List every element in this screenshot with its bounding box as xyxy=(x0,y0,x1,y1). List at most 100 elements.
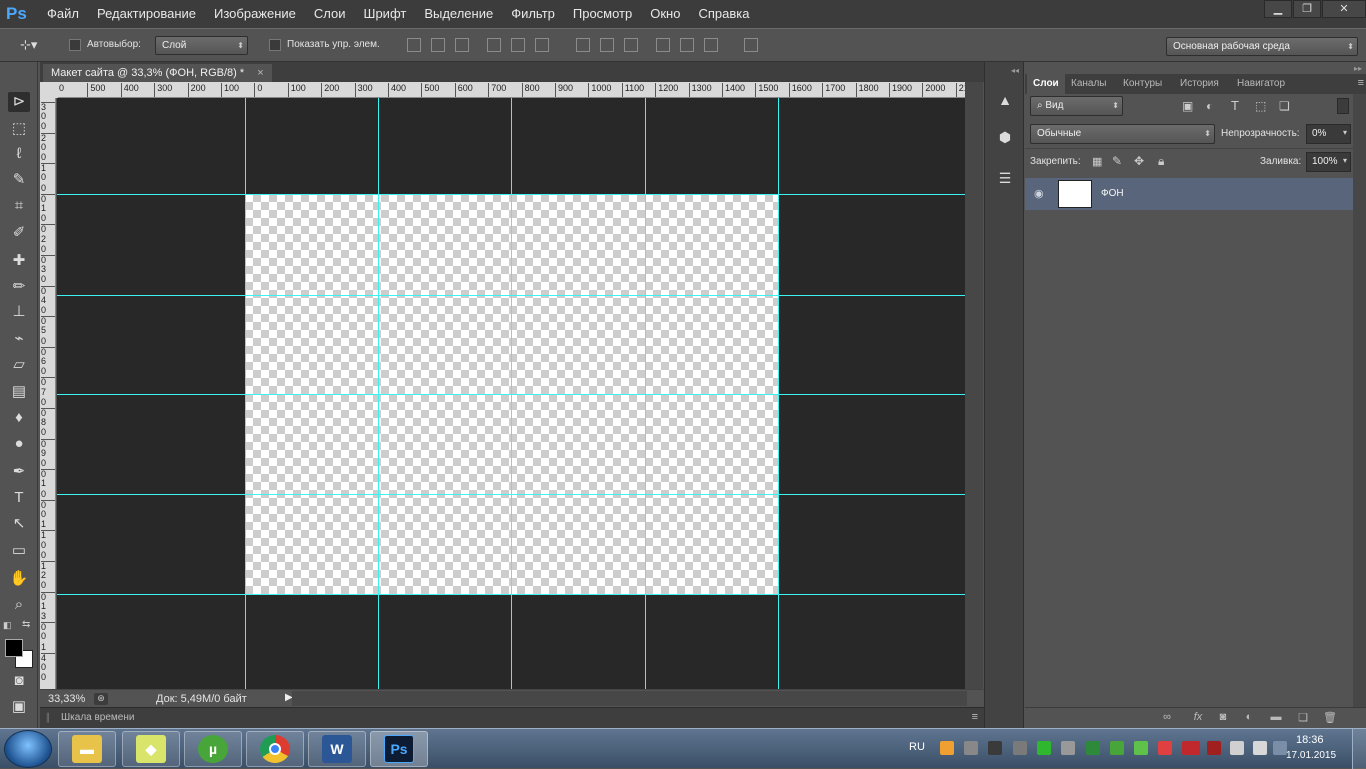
collapse-panel-icon[interactable]: ▸▸ xyxy=(1354,64,1362,73)
chevron-down-icon[interactable]: ▾ xyxy=(1343,156,1347,165)
workspace-select[interactable]: Основная рабочая среда ⬍ xyxy=(1166,37,1358,56)
new-layer-icon[interactable]: ❏ xyxy=(1295,711,1311,725)
menu-layers[interactable]: Слои xyxy=(305,0,355,28)
menu-image[interactable]: Изображение xyxy=(205,0,305,28)
zoom-level[interactable]: 33,33% xyxy=(48,693,85,705)
blur-tool-icon[interactable]: ♦ xyxy=(8,408,30,428)
align-top-icon[interactable] xyxy=(407,38,421,52)
vertical-scrollbar[interactable] xyxy=(965,82,983,689)
lock-transparency-icon[interactable]: ▦ xyxy=(1092,155,1102,168)
layer-row[interactable]: ◉ ФОН xyxy=(1025,178,1353,210)
distribute-vcenter-icon[interactable] xyxy=(600,38,614,52)
dodge-tool-icon[interactable]: ● xyxy=(8,434,30,454)
show-desktop-button[interactable] xyxy=(1352,729,1366,769)
collapse-arrows-icon[interactable]: ◂◂ xyxy=(985,66,1023,75)
ruler-corner[interactable] xyxy=(40,82,58,98)
share-icon[interactable]: ⊛ xyxy=(94,693,108,705)
fill-field[interactable]: 100% ▾ xyxy=(1306,152,1351,172)
filter-type-icon[interactable]: T xyxy=(1231,98,1239,113)
horizontal-ruler[interactable]: 0 500 400 300 200 100 0 100 200 300 400 500 600 700 80… xyxy=(58,82,968,98)
utorrent-tray-icon[interactable] xyxy=(1110,741,1124,755)
histogram-icon[interactable]: ▲ xyxy=(991,88,1019,112)
blend-mode-select[interactable]: Обычные ⬍ xyxy=(1030,124,1215,144)
history-brush-tool-icon[interactable]: ⌁ xyxy=(8,329,30,349)
move-tool-preset-icon[interactable]: ⊹▾ xyxy=(20,37,37,53)
auto-align-icon[interactable] xyxy=(744,38,758,52)
foreground-color-swatch[interactable] xyxy=(5,639,23,657)
tray-arrow-icon[interactable] xyxy=(1273,741,1287,755)
filter-smart-object-icon[interactable]: ❏ xyxy=(1279,99,1290,113)
tray-app-icon[interactable] xyxy=(1013,741,1027,755)
tab-paths[interactable]: Контуры xyxy=(1117,74,1168,94)
distribute-bottom-icon[interactable] xyxy=(624,38,638,52)
vertical-ruler[interactable]: 3002001000100200300400500600700800900100… xyxy=(40,98,56,689)
tray-app-icon[interactable] xyxy=(1037,741,1051,755)
tray-app-icon[interactable] xyxy=(988,741,1002,755)
timeline-tab[interactable]: Шкала времени xyxy=(61,712,134,723)
lock-pixels-icon[interactable]: ✎ xyxy=(1112,154,1122,168)
fx-icon[interactable]: fx xyxy=(1190,711,1206,725)
chevron-down-icon[interactable]: ▾ xyxy=(1343,128,1347,137)
clock-time[interactable]: 18:36 xyxy=(1296,734,1324,746)
taskbar-chrome[interactable] xyxy=(246,731,304,767)
brush-tool-icon[interactable]: ✏ xyxy=(8,277,30,297)
tray-app-icon[interactable] xyxy=(940,741,954,755)
type-tool-icon[interactable]: T xyxy=(8,488,30,508)
eyedropper-tool-icon[interactable]: ✐ xyxy=(8,223,30,243)
close-button[interactable]: ✕ xyxy=(1322,0,1366,18)
volume-icon[interactable] xyxy=(1253,741,1267,755)
trash-icon[interactable]: 🗑︎ xyxy=(1322,711,1338,725)
quick-mask-icon[interactable]: ◙ xyxy=(8,671,30,691)
align-bottom-icon[interactable] xyxy=(455,38,469,52)
menu-file[interactable]: Файл xyxy=(38,0,88,28)
tray-app-icon[interactable] xyxy=(1134,741,1148,755)
autoselect-checkbox[interactable] xyxy=(69,39,81,51)
menu-filter[interactable]: Фильтр xyxy=(502,0,564,28)
clone-stamp-tool-icon[interactable]: ⊥ xyxy=(8,302,30,322)
layer-name[interactable]: ФОН xyxy=(1101,188,1124,199)
eraser-tool-icon[interactable]: ▱ xyxy=(8,355,30,375)
horizontal-guide[interactable] xyxy=(57,594,965,595)
properties-icon[interactable]: ☰ xyxy=(991,166,1019,190)
tray-app-icon[interactable] xyxy=(964,741,978,755)
tray-app-icon[interactable] xyxy=(1061,741,1075,755)
clock-date[interactable]: 17.01.2015 xyxy=(1286,750,1336,761)
menu-view[interactable]: Просмотр xyxy=(564,0,641,28)
new-group-icon[interactable]: ▬ xyxy=(1268,711,1284,725)
taskbar-photoshop[interactable]: Ps xyxy=(370,731,428,767)
filter-adjustment-icon[interactable]: ◐ xyxy=(1206,99,1213,113)
minimize-button[interactable]: ▁ xyxy=(1264,0,1292,18)
panel-menu-icon[interactable]: ≡ xyxy=(1358,77,1364,89)
layer-filter-select[interactable]: ⌕ Вид ⬍ xyxy=(1030,96,1123,116)
align-right-icon[interactable] xyxy=(535,38,549,52)
align-hcenter-icon[interactable] xyxy=(511,38,525,52)
menu-type[interactable]: Шрифт xyxy=(355,0,416,28)
tab-navigator[interactable]: Навигатор xyxy=(1231,74,1291,94)
lock-all-icon[interactable]: 🔒︎ xyxy=(1158,154,1164,169)
distribute-left-icon[interactable] xyxy=(656,38,670,52)
horizontal-guide[interactable] xyxy=(57,194,965,195)
signal-icon[interactable] xyxy=(1230,741,1244,755)
eye-icon[interactable]: ◉ xyxy=(1034,187,1044,200)
show-transform-checkbox[interactable] xyxy=(269,39,281,51)
menu-help[interactable]: Справка xyxy=(689,0,758,28)
taskbar-utorrent[interactable]: µ xyxy=(184,731,242,767)
autoselect-select[interactable]: Слой ⬍ xyxy=(155,36,248,55)
zoom-tool-icon[interactable]: ⌕ xyxy=(8,595,30,615)
tab-history[interactable]: История xyxy=(1174,74,1225,94)
start-button[interactable] xyxy=(4,730,52,768)
horizontal-guide[interactable] xyxy=(57,494,965,495)
adjustment-layer-icon[interactable]: ◐ xyxy=(1241,711,1257,725)
horizontal-guide[interactable] xyxy=(57,394,965,395)
pen-tool-icon[interactable]: ✒ xyxy=(8,462,30,482)
distribute-hcenter-icon[interactable] xyxy=(680,38,694,52)
tray-app-icon[interactable] xyxy=(1086,741,1100,755)
panel-menu-icon[interactable]: ≡ xyxy=(972,711,978,723)
tray-app-icon[interactable] xyxy=(1158,741,1172,755)
menu-window[interactable]: Окно xyxy=(641,0,689,28)
panel-scrollbar[interactable] xyxy=(1353,94,1366,707)
distribute-top-icon[interactable] xyxy=(576,38,590,52)
taskbar-explorer[interactable]: ▬ xyxy=(58,731,116,767)
lock-position-icon[interactable]: ✥ xyxy=(1134,154,1144,168)
document-tab[interactable]: Макет сайта @ 33,3% (ФОН, RGB/8) * × xyxy=(43,64,272,82)
